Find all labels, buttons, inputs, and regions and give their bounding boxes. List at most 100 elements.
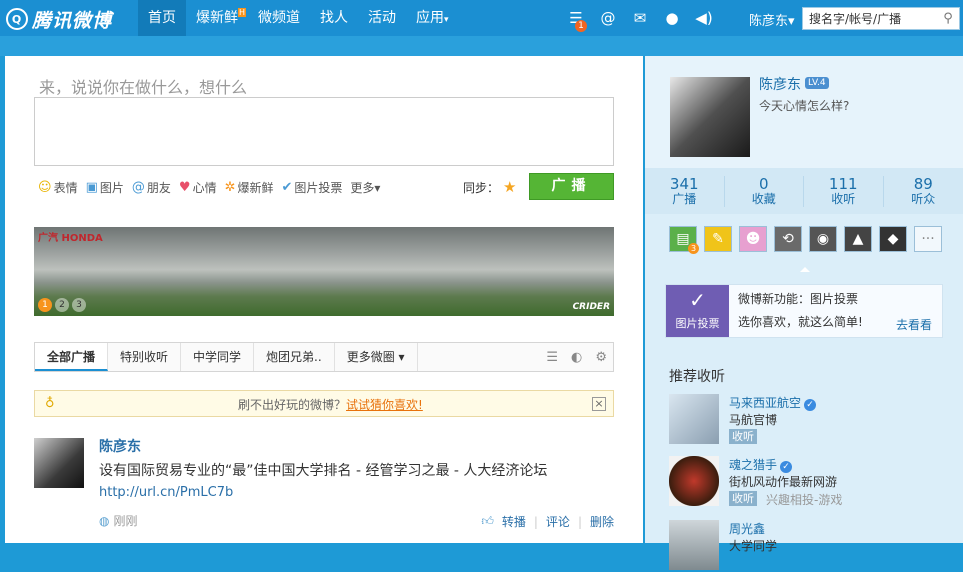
stat-number: 0: [725, 176, 804, 192]
app-icon[interactable]: ✎: [704, 226, 732, 252]
recommend-desc: 大学同学: [729, 537, 777, 554]
friends-tool-label: 朋友: [147, 179, 171, 196]
avatar[interactable]: [669, 520, 719, 570]
app-icon[interactable]: ▲: [844, 226, 872, 252]
recommend-name[interactable]: 魂之猎手✓: [729, 456, 792, 473]
profile-avatar[interactable]: [670, 77, 750, 157]
nav-home[interactable]: 首页: [138, 0, 186, 36]
mention-icon[interactable]: @: [592, 0, 624, 36]
image-tool[interactable]: ▣图片: [86, 179, 124, 196]
notification-icon[interactable]: ☰1: [560, 0, 592, 36]
mood-tool[interactable]: ♥心情: [179, 179, 217, 196]
post-button[interactable]: 广播: [529, 173, 614, 200]
emoji-tool-label: 表情: [54, 179, 78, 196]
tab-all[interactable]: 全部广播: [35, 343, 108, 371]
app-icon[interactable]: ⟲: [774, 226, 802, 252]
avatar[interactable]: [669, 394, 719, 444]
arrow-up-icon: [800, 267, 810, 272]
stat-number: 341: [645, 176, 724, 192]
top-icons: ☰1 @ ✉ ● ◀): [560, 0, 720, 36]
composer-prompt: 来，说说你在做什么，想什么: [39, 74, 247, 98]
star-icon[interactable]: ★: [503, 178, 516, 196]
app-icon[interactable]: ☻: [739, 226, 767, 252]
recommend-name[interactable]: 马来西亚航空✓: [729, 394, 816, 411]
comment-button[interactable]: 评论: [546, 513, 570, 530]
delete-button[interactable]: 删除: [590, 513, 614, 530]
tab-classmates[interactable]: 中学同学: [181, 343, 254, 371]
app-icon[interactable]: ◉: [809, 226, 837, 252]
search-placeholder: 搜名字/帐号/广播: [809, 10, 901, 27]
nav-hot-label: 爆新鲜: [196, 10, 238, 26]
gear-icon[interactable]: ⚙: [595, 350, 607, 365]
more-tool[interactable]: 更多▾: [350, 179, 380, 196]
profile-mood[interactable]: 今天心情怎么样?: [759, 97, 849, 114]
chevron-down-icon: ▾: [788, 14, 795, 29]
feature-image[interactable]: ✓图片投票: [666, 285, 729, 337]
user-icon[interactable]: ●: [656, 0, 688, 36]
main-nav: 首页 爆新鲜H 微频道 找人 活动 应用▾: [138, 0, 459, 36]
at-icon: @: [132, 180, 145, 195]
banner-dot[interactable]: 1: [38, 298, 52, 312]
nav-events[interactable]: 活动: [358, 0, 406, 36]
sound-icon[interactable]: ◀): [688, 0, 720, 36]
stat-favorites[interactable]: 0收藏: [725, 176, 805, 207]
composer-textarea[interactable]: [34, 97, 614, 166]
notification-badge: 1: [575, 20, 587, 32]
feature-title: 微博新功能：图片投票: [738, 290, 858, 307]
nav-apps[interactable]: 应用▾: [406, 0, 459, 36]
avatar[interactable]: [34, 438, 84, 488]
close-icon[interactable]: ×: [592, 397, 606, 411]
check-circle-icon: ✓: [666, 285, 729, 315]
search-input[interactable]: 搜名字/帐号/广播 ⚲: [802, 7, 960, 30]
follow-button[interactable]: 收听: [729, 491, 757, 506]
app-icons: ▤3 ✎ ☻ ⟲ ◉ ▲ ◆ ···: [669, 226, 949, 252]
vote-icon: ✔: [282, 180, 293, 195]
image-vote-tool[interactable]: ✔图片投票: [282, 179, 343, 196]
nav-find-people[interactable]: 找人: [310, 0, 358, 36]
avatar[interactable]: [669, 456, 719, 506]
app-icon[interactable]: ▤3: [669, 226, 697, 252]
stat-following[interactable]: 111收听: [804, 176, 884, 207]
stat-followers[interactable]: 89听众: [884, 176, 963, 207]
mail-icon[interactable]: ✉: [624, 0, 656, 36]
feature-link[interactable]: 去看看: [896, 316, 932, 333]
stat-label: 广播: [645, 192, 724, 207]
post-author[interactable]: 陈彦东: [99, 436, 141, 456]
emoji-tool[interactable]: ☺表情: [38, 179, 78, 196]
hot-tool[interactable]: ✲爆新鲜: [225, 179, 274, 196]
more-apps-icon[interactable]: ···: [914, 226, 942, 252]
nav-channel[interactable]: 微频道: [248, 0, 310, 36]
feed-tabs: 全部广播 特别收听 中学同学 炮团兄弟.. 更多微圈 ▾ ☰ ◐ ⚙: [34, 342, 614, 372]
like-icon[interactable]: 👍︎: [481, 514, 494, 529]
follow-button[interactable]: 收听: [729, 429, 757, 444]
user-menu[interactable]: 陈彦东▾: [749, 10, 795, 29]
hot-tool-label: 爆新鲜: [237, 179, 273, 196]
app-badge: 3: [688, 243, 699, 254]
notice-link[interactable]: 试试猜你喜欢!: [346, 398, 423, 412]
tab-special[interactable]: 特别收听: [108, 343, 181, 371]
nav-hot[interactable]: 爆新鲜H: [186, 0, 248, 36]
profile-name[interactable]: 陈彦东: [759, 74, 801, 94]
notice-bar: ♁ 刷不出好玩的微博？试试猜你喜欢! ×: [34, 390, 614, 417]
stat-broadcasts[interactable]: 341广播: [645, 176, 725, 207]
post-link[interactable]: http://url.cn/PmLC7b: [99, 485, 233, 500]
app-icon[interactable]: ◆: [879, 226, 907, 252]
banner-dot[interactable]: 3: [72, 298, 86, 312]
post-time-text[interactable]: 刚刚: [113, 512, 137, 529]
tab-brothers[interactable]: 炮团兄弟..: [254, 343, 335, 371]
recommend-item: 周光鑫 大学同学: [669, 520, 959, 572]
shield-icon[interactable]: ◐: [571, 350, 582, 365]
recommend-tag: 兴趣相投-游戏: [766, 491, 842, 508]
level-badge[interactable]: LV.4: [805, 77, 829, 89]
recommend-name[interactable]: 周光鑫: [729, 520, 765, 537]
repost-button[interactable]: 转播: [502, 513, 526, 530]
friends-tool[interactable]: @朋友: [132, 179, 171, 196]
tab-more-circles[interactable]: 更多微圈 ▾: [335, 343, 418, 371]
recommend-item: 魂之猎手✓ 街机风动作最新网游 收听 兴趣相投-游戏: [669, 456, 959, 508]
weibo-logo[interactable]: Q 腾讯微博: [6, 6, 112, 32]
banner-dot[interactable]: 2: [55, 298, 69, 312]
search-icon[interactable]: ⚲: [937, 8, 959, 29]
list-icon[interactable]: ☰: [546, 350, 558, 365]
ad-banner[interactable]: 广汽 HONDA 1 2 3 CRIDER: [34, 227, 614, 316]
recommend-title: 推荐收听: [669, 366, 725, 386]
